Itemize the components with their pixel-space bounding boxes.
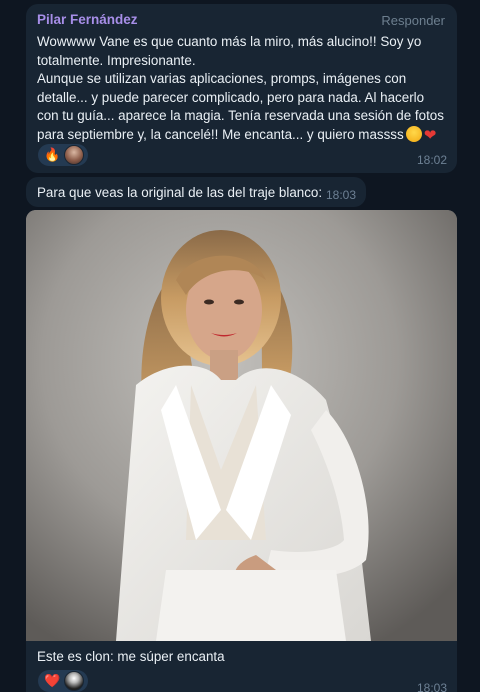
avatar: [64, 145, 85, 165]
avatar: [64, 671, 85, 691]
fire-reaction-icon[interactable]: 🔥: [44, 144, 60, 166]
red-heart-icon: ❤: [423, 126, 437, 144]
photo-message-bubble[interactable]: Este es clon: me súper encanta ❤️ 18:03: [26, 210, 457, 692]
reactions-bar[interactable]: ❤️: [38, 670, 89, 692]
heart-reaction-icon[interactable]: ❤️: [44, 670, 60, 692]
message-text: Para que veas la original de las del tra…: [37, 185, 323, 200]
photo-caption: Este es clon: me súper encanta: [37, 649, 225, 664]
message-bubble[interactable]: Pilar Fernández Responder Wowwww Vane es…: [26, 4, 457, 173]
chat-view: Pilar Fernández Responder Wowwww Vane es…: [0, 0, 480, 692]
smiling-face-icon: [405, 125, 422, 142]
photo[interactable]: [26, 210, 457, 641]
message-time: 18:03: [325, 188, 356, 202]
message-text: Wowwww Vane es que cuanto más la miro, m…: [37, 33, 445, 164]
reactions-bar[interactable]: 🔥: [38, 144, 89, 166]
message-text-body: Wowwww Vane es que cuanto más la miro, m…: [37, 34, 444, 142]
reply-button[interactable]: Responder: [381, 13, 445, 28]
message-time: 18:03: [416, 681, 447, 692]
message-bubble[interactable]: Para que veas la original de las del tra…: [26, 177, 366, 207]
message-time: 18:02: [416, 153, 447, 167]
woman-in-white-suit-image: [26, 210, 457, 641]
